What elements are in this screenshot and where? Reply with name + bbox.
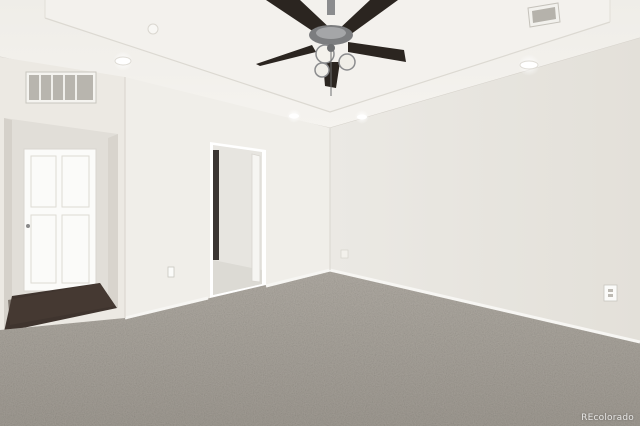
watermark-text: REcolorado [581, 413, 634, 423]
wall-outlet [167, 266, 175, 278]
door-knob-icon[interactable] [26, 224, 30, 228]
closet-door[interactable] [23, 148, 97, 292]
room-illustration [0, 0, 640, 426]
wall-outlet [603, 284, 618, 302]
room-photo: REcolorado [0, 0, 640, 426]
air-vent-left [25, 71, 97, 104]
